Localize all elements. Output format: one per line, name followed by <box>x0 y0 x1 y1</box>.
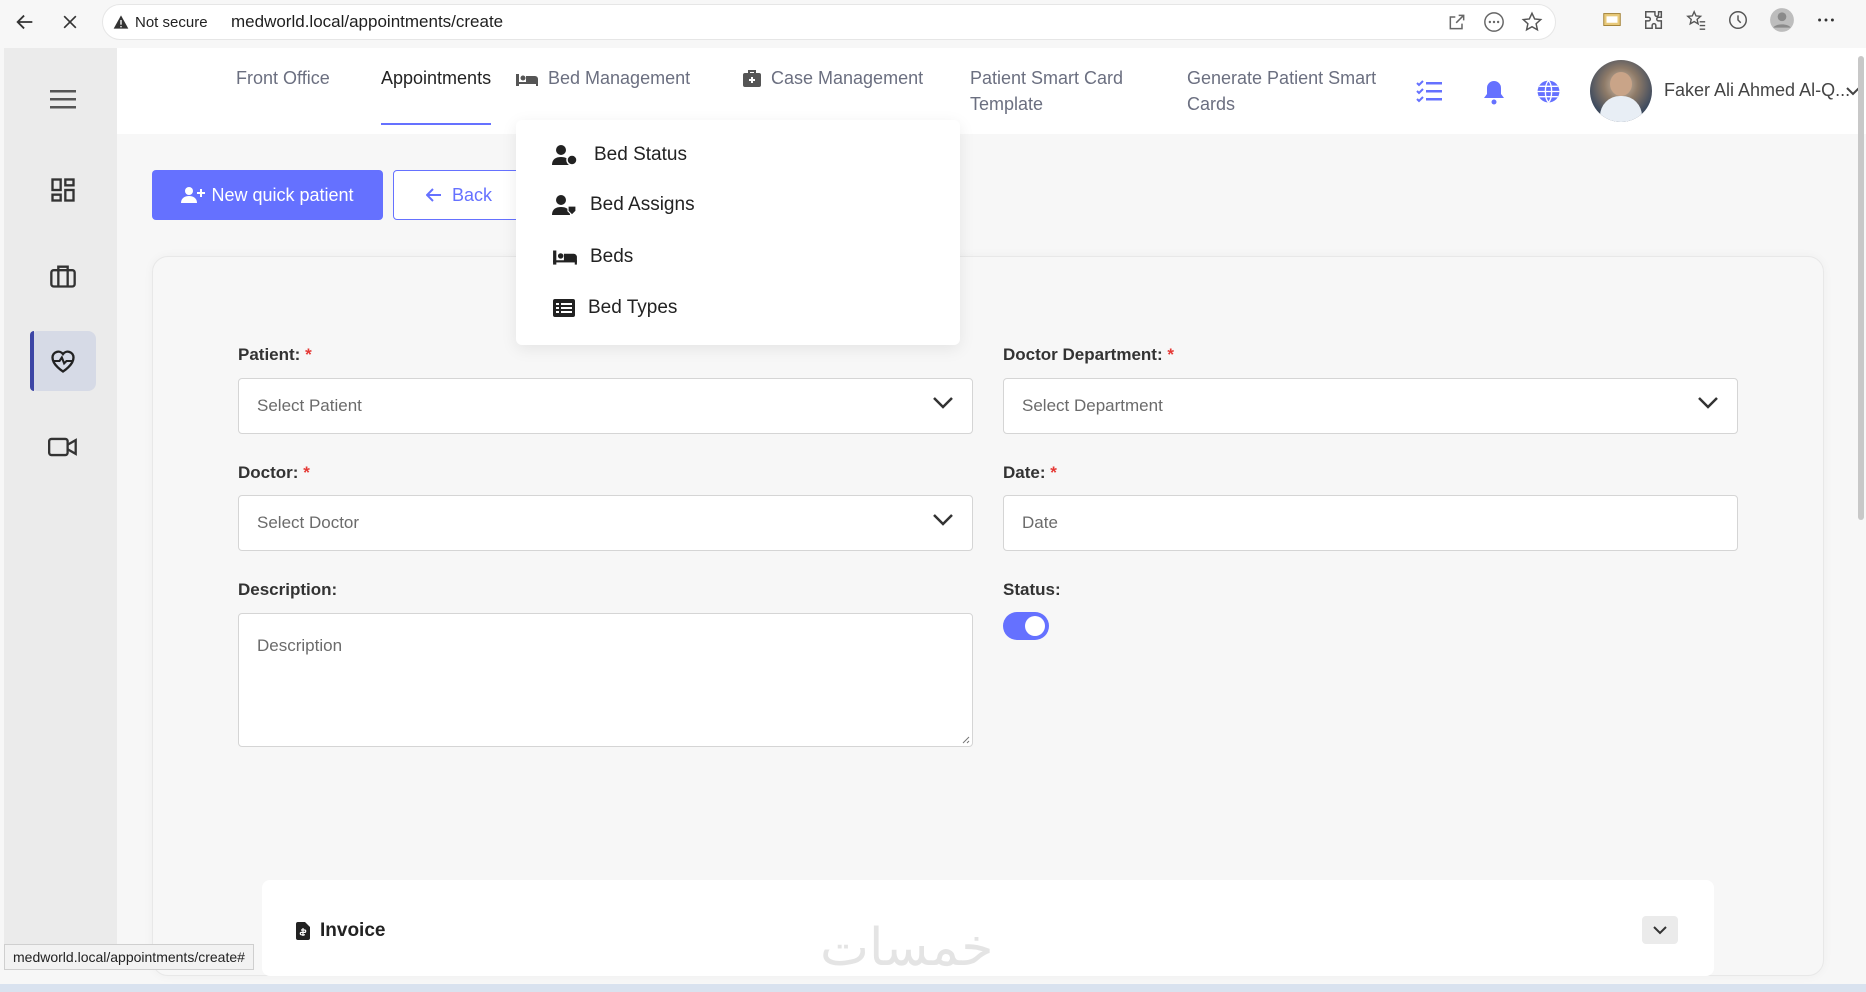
invoice-header[interactable]: Invoice <box>296 920 385 942</box>
nav-front-office[interactable]: Front Office <box>236 65 330 91</box>
doctor-select[interactable]: Select Doctor <box>238 495 973 551</box>
resize-handle-icon[interactable] <box>960 734 970 744</box>
open-external-icon[interactable] <box>1447 12 1467 32</box>
invoice-collapse-button[interactable] <box>1642 916 1678 944</box>
profile-icon[interactable] <box>1769 7 1795 33</box>
bed-status-label: Bed Status <box>594 144 687 165</box>
language-globe-icon[interactable] <box>1536 79 1561 104</box>
list-icon <box>553 299 575 317</box>
favorite-star-icon[interactable] <box>1521 11 1543 33</box>
sidebar <box>4 48 117 966</box>
briefcase-icon[interactable] <box>30 246 96 306</box>
nav-appointments[interactable]: Appointments <box>381 65 491 91</box>
patient-label: Patient: * <box>238 345 312 364</box>
url-text[interactable]: medworld.local/appointments/create <box>231 12 503 32</box>
nav-bed-management[interactable]: Bed Management <box>548 65 690 91</box>
health-heart-icon[interactable] <box>30 331 96 391</box>
watermark-logo: خمسات <box>820 918 994 978</box>
bed-icon <box>515 70 539 88</box>
checklist-icon[interactable] <box>1416 79 1442 103</box>
dashboard-icon[interactable] <box>30 160 96 220</box>
browser-menu-icon[interactable] <box>1815 9 1837 31</box>
chevron-down-icon <box>1698 397 1718 409</box>
nav-patient-smart-card-template[interactable]: Patient Smart Card Template <box>970 65 1140 117</box>
history-icon[interactable] <box>1727 9 1749 31</box>
user-bed-icon <box>552 145 578 166</box>
browser-toolbar: Not secure medworld.local/appointments/c… <box>0 0 1866 44</box>
os-taskbar <box>0 984 1866 992</box>
video-camera-icon[interactable] <box>30 417 96 477</box>
beds-label: Beds <box>590 246 634 267</box>
bed-icon <box>553 250 577 265</box>
invoice-title: Invoice <box>320 920 386 941</box>
bed-management-dropdown: Bed Status Bed Assigns Beds Bed Types <box>516 120 960 345</box>
dropdown-item-bed-types[interactable]: Bed Types <box>552 297 677 319</box>
chevron-down-icon <box>1653 925 1667 934</box>
bed-assigns-label: Bed Assigns <box>590 194 695 215</box>
chevron-down-icon <box>933 397 953 409</box>
doctor-placeholder: Select Doctor <box>257 513 360 532</box>
active-tab-indicator <box>381 123 491 125</box>
page-scrollbar[interactable] <box>1858 56 1864 520</box>
nav-generate-patient-smart-cards[interactable]: Generate Patient Smart Cards <box>1187 65 1377 117</box>
stop-loading-icon[interactable] <box>55 7 85 37</box>
dropdown-item-bed-assigns[interactable]: Bed Assigns <box>552 194 695 216</box>
hamburger-menu-icon[interactable] <box>30 69 96 129</box>
new-quick-patient-button[interactable]: New quick patient <box>152 170 383 220</box>
warning-icon <box>113 15 129 29</box>
arrow-left-icon <box>426 188 441 202</box>
medical-kit-icon <box>742 69 762 88</box>
patient-placeholder: Select Patient <box>257 396 362 415</box>
description-label: Description: <box>238 580 338 599</box>
chevron-down-icon <box>933 514 953 526</box>
security-indicator[interactable]: Not secure <box>103 14 223 31</box>
invoice-file-icon <box>296 922 310 940</box>
user-avatar[interactable] <box>1590 60 1652 122</box>
status-toggle[interactable] <box>1003 612 1049 640</box>
notification-bell-icon[interactable] <box>1482 79 1506 105</box>
bed-types-label: Bed Types <box>588 297 678 318</box>
date-label: Date: * <box>1003 463 1057 482</box>
status-bar-url: medworld.local/appointments/create# <box>4 944 254 970</box>
back-button[interactable]: Back <box>393 170 523 220</box>
doctor-department-label: Doctor Department: * <box>1003 345 1174 364</box>
description-textarea[interactable]: Description <box>238 613 973 747</box>
description-placeholder: Description <box>257 636 343 655</box>
user-name[interactable]: Faker Ali Ahmed Al-Q... <box>1664 80 1850 101</box>
address-bar[interactable]: Not secure medworld.local/appointments/c… <box>102 4 1556 40</box>
department-placeholder: Select Department <box>1022 396 1163 415</box>
security-label: Not secure <box>135 13 208 31</box>
back-label: Back <box>452 184 493 205</box>
user-assign-icon <box>552 195 577 216</box>
dropdown-item-beds[interactable]: Beds <box>552 246 633 268</box>
patient-select[interactable]: Select Patient <box>238 378 973 434</box>
new-quick-patient-label: New quick patient <box>211 184 354 205</box>
dropdown-item-bed-status[interactable]: Bed Status <box>552 144 687 166</box>
status-label: Status: <box>1003 580 1061 599</box>
user-plus-icon <box>181 187 206 203</box>
favorites-icon[interactable] <box>1685 9 1707 31</box>
more-circle-icon[interactable] <box>1483 11 1505 33</box>
department-select[interactable]: Select Department <box>1003 378 1738 434</box>
nav-case-management[interactable]: Case Management <box>771 65 923 91</box>
date-input[interactable]: Date <box>1003 495 1738 551</box>
back-arrow-icon[interactable] <box>10 7 40 37</box>
screenshot-icon[interactable] <box>1601 9 1623 31</box>
date-placeholder: Date <box>1022 513 1058 532</box>
extensions-icon[interactable] <box>1643 9 1665 31</box>
doctor-label: Doctor: * <box>238 463 310 482</box>
